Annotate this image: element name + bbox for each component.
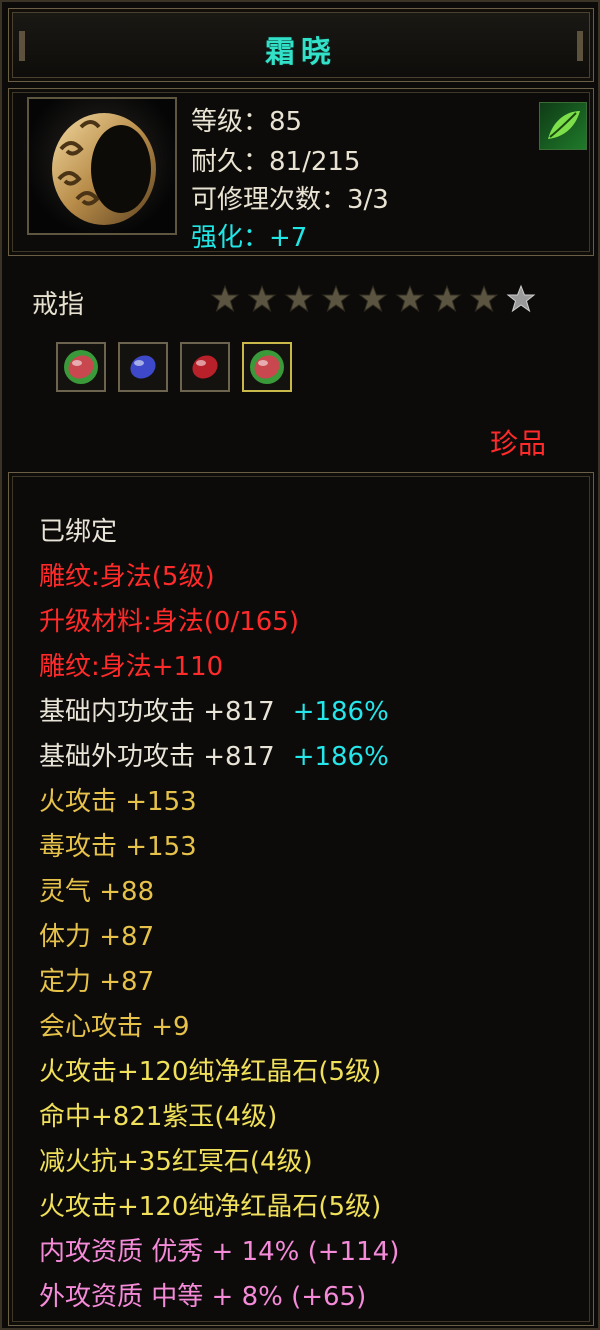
ring-icon xyxy=(27,97,177,235)
item-name: 霜晓 xyxy=(265,35,337,70)
fire-attack-line: 火攻击 +153 xyxy=(39,787,197,817)
repair-count-stat: 可修理次数：3/3 xyxy=(191,185,389,215)
gem-bonus-line: 火攻击+120纯净红晶石(5级) xyxy=(39,1192,382,1222)
level-stat: 等级：85 xyxy=(191,107,303,137)
item-tooltip: 霜晓 等级：85 耐久：81/215 可修理次数：3/3 强化：+7 戒指 珍品… xyxy=(0,0,600,1330)
star-filled-icon xyxy=(358,284,388,314)
outer-attack-percent: +186% xyxy=(292,742,389,772)
star-filled-icon xyxy=(284,284,314,314)
crit-attack-line: 会心攻击 +9 xyxy=(39,1012,190,1042)
gem-bonus-line: 减火抗+35红冥石(4级) xyxy=(39,1147,313,1177)
inner-attack-percent: +186% xyxy=(292,697,389,727)
star-filled-icon xyxy=(432,284,462,314)
spirit-line: 灵气 +88 xyxy=(39,877,155,907)
green-red-gem-icon[interactable] xyxy=(242,342,292,392)
inner-attack-line: 基础内功攻击 +817 +186% xyxy=(39,691,389,728)
stamina-line: 体力 +87 xyxy=(39,922,155,952)
star-filled-icon xyxy=(395,284,425,314)
bound-status: 已绑定 xyxy=(39,517,118,547)
inner-quality-line: 内攻资质 优秀 + 14% (+114) xyxy=(39,1237,400,1267)
engrave-bonus-line: 雕纹:身法+110 xyxy=(39,652,224,682)
star-filled-icon xyxy=(321,284,351,314)
outer-attack-value: 基础外功攻击 +817 xyxy=(39,742,275,772)
outer-attack-line: 基础外功攻击 +817 +186% xyxy=(39,736,389,773)
gem-bonus-line: 命中+821紫玉(4级) xyxy=(39,1102,278,1132)
durability-stat: 耐久：81/215 xyxy=(191,147,361,177)
outer-quality-line: 外攻资质 中等 + 8% (+65) xyxy=(39,1282,367,1312)
inner-attack-value: 基础内功攻击 +817 xyxy=(39,697,275,727)
properties-panel: 已绑定 雕纹:身法(5级) 升级材料:身法(0/165) 雕纹:身法+110 基… xyxy=(8,472,594,1326)
star-empty-icon xyxy=(506,284,536,314)
item-type: 戒指 xyxy=(32,290,85,320)
star-filled-icon xyxy=(247,284,277,314)
green-red-gem-icon[interactable] xyxy=(56,342,106,392)
gem-bonus-line: 火攻击+120纯净红晶石(5级) xyxy=(39,1057,382,1087)
poison-attack-line: 毒攻击 +153 xyxy=(39,832,197,862)
blue-gem-icon[interactable] xyxy=(118,342,168,392)
leaf-badge-icon xyxy=(539,102,587,150)
engrave-line: 雕纹:身法(5级) xyxy=(39,562,215,592)
enhance-stat: 强化：+7 xyxy=(191,223,308,253)
star-filled-icon xyxy=(210,284,240,314)
quality-label: 珍品 xyxy=(490,427,547,460)
red-gem-icon[interactable] xyxy=(180,342,230,392)
item-info-panel: 等级：85 耐久：81/215 可修理次数：3/3 强化：+7 xyxy=(8,88,594,256)
title-bar: 霜晓 xyxy=(8,8,594,82)
star-filled-icon xyxy=(469,284,499,314)
upgrade-material-line: 升级材料:身法(0/165) xyxy=(39,607,299,637)
focus-line: 定力 +87 xyxy=(39,967,155,997)
